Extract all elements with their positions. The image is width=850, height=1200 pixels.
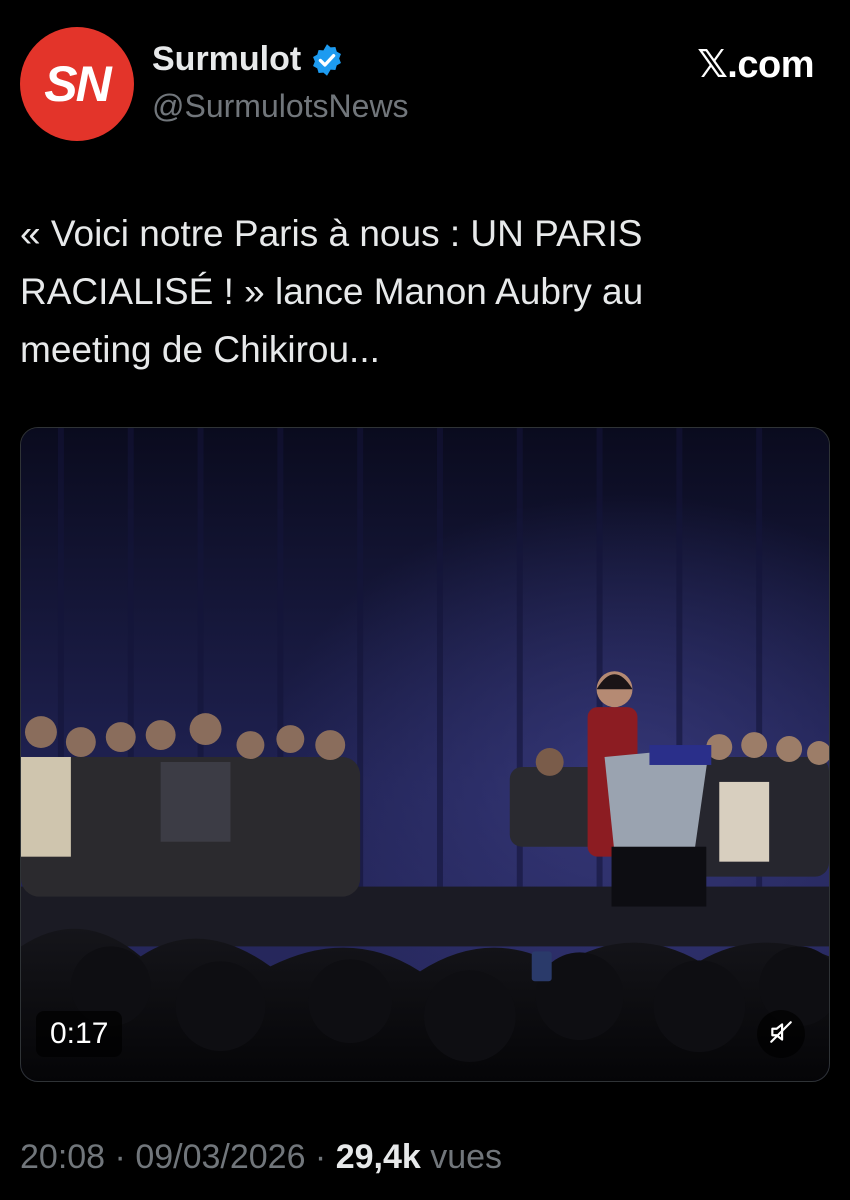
avatar-logo-text: SN: [44, 56, 111, 112]
post-time[interactable]: 20:08: [20, 1138, 105, 1176]
user-handle[interactable]: @SurmulotsNews: [152, 88, 409, 125]
x-brand-logo: 𝕏.com: [697, 44, 814, 86]
meta-separator: ·: [105, 1138, 136, 1176]
post-date[interactable]: 09/03/2026: [135, 1138, 305, 1176]
views-count[interactable]: 29,4k: [336, 1138, 421, 1176]
video-player[interactable]: [20, 427, 830, 1082]
tweet-metadata: 20:08 · 09/03/2026 · 29,4k vues: [20, 1138, 502, 1177]
video-frame: [21, 428, 829, 1081]
video-duration: 0:17: [36, 1011, 123, 1057]
verified-badge-icon: [309, 42, 345, 78]
tweet-text: « Voici notre Paris à nous : UN PARIS RA…: [20, 213, 644, 370]
views-label: vues: [420, 1138, 503, 1176]
author-name-row: Surmulot: [152, 40, 345, 79]
display-name[interactable]: Surmulot: [152, 40, 301, 79]
muted-speaker-icon: [768, 1019, 794, 1050]
meta-separator: ·: [305, 1138, 336, 1176]
mute-toggle-button[interactable]: [757, 1010, 805, 1058]
avatar[interactable]: SN: [20, 27, 134, 141]
